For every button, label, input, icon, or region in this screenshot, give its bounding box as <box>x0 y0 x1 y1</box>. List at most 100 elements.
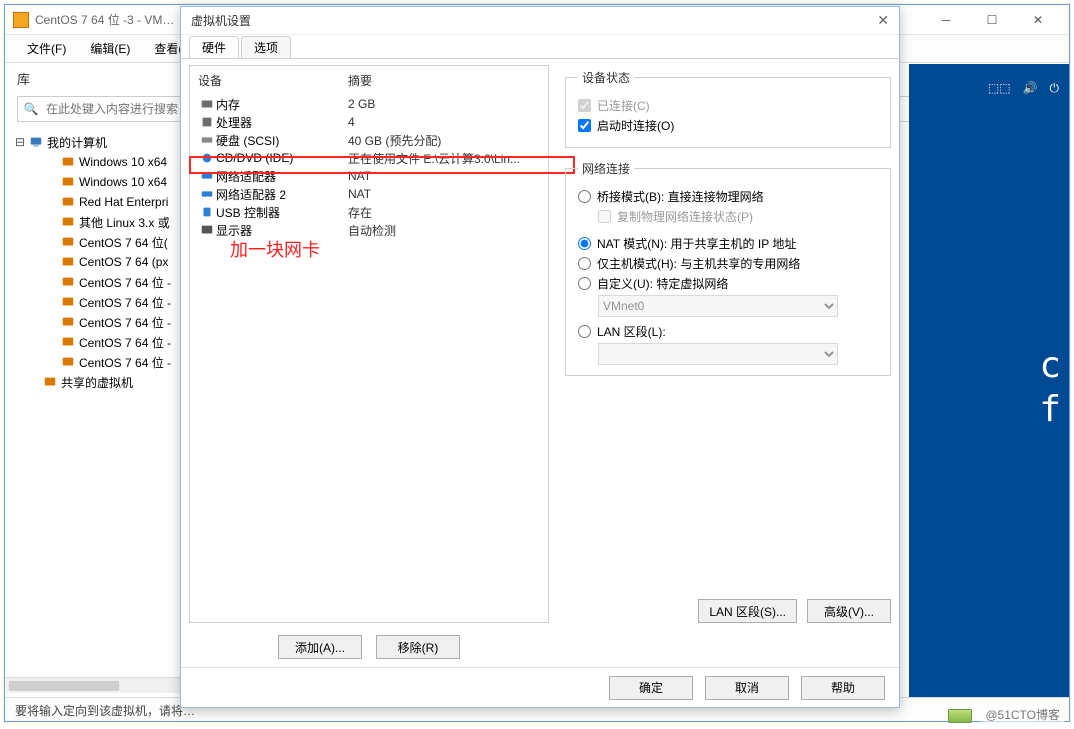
shared-icon <box>41 375 59 389</box>
help-button[interactable]: 帮助 <box>801 676 885 700</box>
tree-item-label: Windows 10 x64 <box>77 175 167 189</box>
device-icon <box>198 187 216 201</box>
device-summary: 自动检测 <box>348 222 540 239</box>
hardware-row[interactable]: 网络适配器NAT <box>190 167 548 185</box>
custom-vmnet-select: VMnet0 <box>598 295 838 317</box>
vm-icon <box>59 235 77 249</box>
hardware-list-header: 设备 摘要 <box>190 66 548 95</box>
hostonly-radio[interactable] <box>578 257 591 270</box>
device-name: 硬盘 (SCSI) <box>216 132 348 149</box>
hardware-list[interactable]: 设备 摘要 内存2 GB处理器4硬盘 (SCSI)40 GB (预先分配)CD/… <box>189 65 549 623</box>
vm-icon <box>59 195 77 209</box>
device-name: CD/DVD (IDE) <box>216 151 348 165</box>
vm-icon <box>59 295 77 309</box>
add-hardware-button[interactable]: 添加(A)... <box>278 635 362 659</box>
advanced-button[interactable]: 高级(V)... <box>807 599 891 623</box>
vm-icon <box>59 215 77 229</box>
watermark: @51CTO博客 <box>981 706 1064 723</box>
hardware-detail-panel: 设备状态 已连接(C) 启动时连接(O) 网络连接 桥接模式(B): 直接连接物… <box>565 65 891 623</box>
hardware-row[interactable]: USB 控制器存在 <box>190 203 548 221</box>
tree-item-label: Red Hat Enterpri <box>77 195 168 209</box>
tree-item-label: 其他 Linux 3.x 或 <box>77 214 170 231</box>
device-name: 处理器 <box>216 114 348 131</box>
ok-button[interactable]: 确定 <box>609 676 693 700</box>
dialog-title: 虚拟机设置 <box>191 12 251 29</box>
device-summary: NAT <box>348 169 540 183</box>
strip-letters: c f <box>1039 344 1061 432</box>
device-name: USB 控制器 <box>216 204 348 221</box>
device-icon <box>198 169 216 183</box>
menu-file[interactable]: 文件(F) <box>15 36 78 61</box>
bridged-radio[interactable] <box>578 190 591 203</box>
dialog-close-button[interactable]: ✕ <box>865 12 889 29</box>
close-button[interactable]: ✕ <box>1015 5 1061 35</box>
library-hscroll[interactable] <box>6 677 182 693</box>
device-summary: 存在 <box>348 204 540 221</box>
custom-radio[interactable] <box>578 277 591 290</box>
twisty-icon[interactable]: ⊟ <box>13 135 27 149</box>
device-icon <box>198 115 216 129</box>
device-status-group: 设备状态 已连接(C) 启动时连接(O) <box>565 69 891 148</box>
device-icon <box>198 97 216 111</box>
hardware-row[interactable]: 处理器4 <box>190 113 548 131</box>
vm-icon <box>59 255 77 269</box>
network-icon: ⬚⬚ <box>988 81 1011 95</box>
dialog-tabs: 硬件 选项 <box>181 35 899 59</box>
replicate-checkbox <box>598 210 611 223</box>
device-icon <box>198 133 216 147</box>
search-icon: 🔍 <box>18 102 44 116</box>
device-summary: 40 GB (预先分配) <box>348 132 540 149</box>
device-icon <box>198 151 216 165</box>
tab-options[interactable]: 选项 <box>241 36 291 58</box>
tab-hardware[interactable]: 硬件 <box>189 36 239 58</box>
tree-item-label: CentOS 7 64 位( <box>77 234 168 251</box>
device-icon <box>198 223 216 237</box>
device-summary: 4 <box>348 115 540 129</box>
remove-hardware-button[interactable]: 移除(R) <box>376 635 460 659</box>
menu-edit[interactable]: 编辑(E) <box>78 36 142 61</box>
tree-item-label: CentOS 7 64 位 - <box>77 354 171 371</box>
hardware-row[interactable]: 硬盘 (SCSI)40 GB (预先分配) <box>190 131 548 149</box>
vm-icon <box>59 355 77 369</box>
vm-icon <box>59 315 77 329</box>
computer-icon <box>27 135 45 149</box>
power-icon: ⏻ <box>1050 81 1060 96</box>
device-icon <box>198 205 216 219</box>
maximize-button[interactable]: ☐ <box>969 5 1015 35</box>
device-name: 内存 <box>216 96 348 113</box>
device-summary: NAT <box>348 187 540 201</box>
vm-icon <box>59 275 77 289</box>
tree-item-label: CentOS 7 64 位 - <box>77 334 171 351</box>
vm-icon <box>59 155 77 169</box>
vm-icon <box>59 175 77 189</box>
tray-disk-icon <box>948 709 972 723</box>
hardware-row[interactable]: 网络适配器 2NAT <box>190 185 548 203</box>
lan-segment-select <box>598 343 838 365</box>
hardware-row[interactable]: CD/DVD (IDE)正在使用文件 E:\云计算3.0\Lin... <box>190 149 548 167</box>
device-summary: 正在使用文件 E:\云计算3.0\Lin... <box>348 150 540 167</box>
lan-segments-button[interactable]: LAN 区段(S)... <box>698 599 797 623</box>
tree-item-label: CentOS 7 64 位 - <box>77 314 171 331</box>
tree-item-label: CentOS 7 64 位 - <box>77 294 171 311</box>
tree-item-label: Windows 10 x64 <box>77 155 167 169</box>
nat-radio[interactable] <box>578 237 591 250</box>
lan-segment-radio[interactable] <box>578 325 591 338</box>
dialog-titlebar: 虚拟机设置 ✕ <box>181 7 899 35</box>
tree-item-label: CentOS 7 64 (px <box>77 255 168 269</box>
vm-settings-dialog: 虚拟机设置 ✕ 硬件 选项 设备 摘要 内存2 GB处理器4硬盘 (SCSI)4… <box>180 6 900 708</box>
hardware-row[interactable]: 内存2 GB <box>190 95 548 113</box>
annotation-text: 加一块网卡 <box>230 236 320 262</box>
device-name: 网络适配器 2 <box>216 186 348 203</box>
speaker-icon: 🔊 <box>1023 81 1038 95</box>
main-title: CentOS 7 64 位 -3 - VM… <box>35 11 174 28</box>
connect-at-poweron-checkbox[interactable] <box>578 119 591 132</box>
tree-item-label: CentOS 7 64 位 - <box>77 274 171 291</box>
cancel-button[interactable]: 取消 <box>705 676 789 700</box>
device-name: 网络适配器 <box>216 168 348 185</box>
minimize-button[interactable]: ─ <box>923 5 969 35</box>
app-icon <box>13 12 29 28</box>
connected-checkbox <box>578 99 591 112</box>
device-summary: 2 GB <box>348 97 540 111</box>
dialog-footer: 确定 取消 帮助 <box>181 667 899 707</box>
remote-panel: ⬚⬚ 🔊 ⏻ c f <box>909 64 1069 697</box>
